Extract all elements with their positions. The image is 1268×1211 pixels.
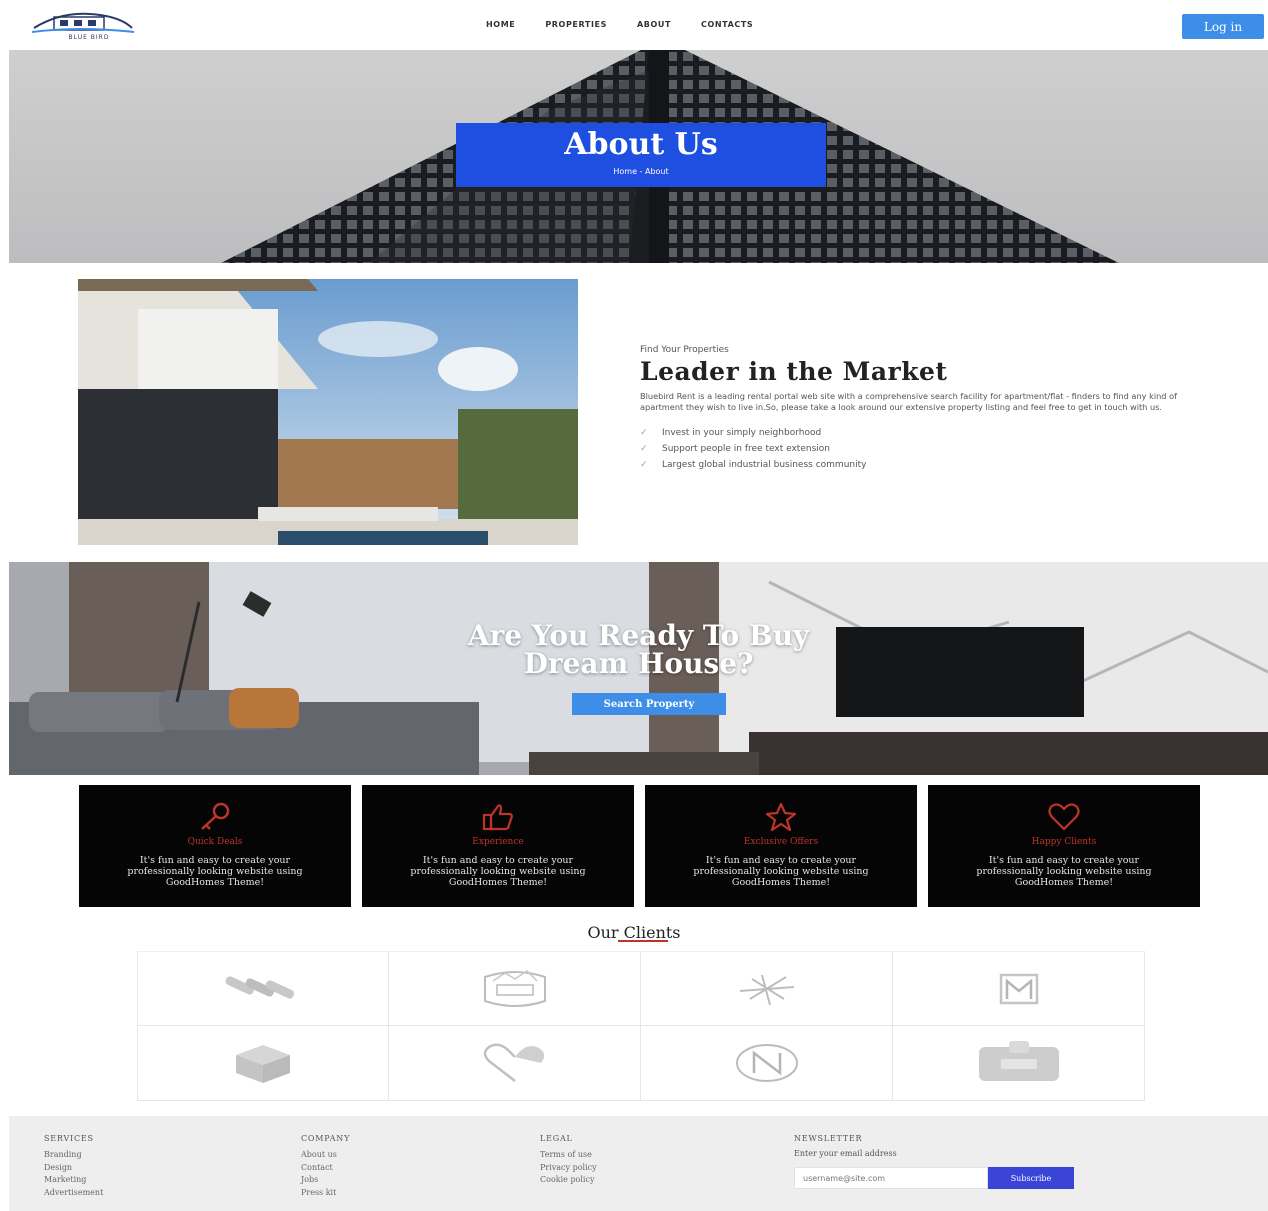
- feature-description: It's fun and easy to create your profess…: [410, 855, 586, 888]
- footer-link-jobs[interactable]: Jobs: [301, 1174, 350, 1187]
- footer-link-branding[interactable]: Branding: [44, 1149, 103, 1162]
- footer-link-advertisement[interactable]: Advertisement: [44, 1187, 103, 1200]
- list-item: ✓ Largest global industrial business comm…: [640, 460, 867, 470]
- footer-legal: LEGAL Terms of use Privacy policy Cookie…: [540, 1134, 597, 1187]
- footer-newsletter: NEWSLETTER Enter your email address Subs…: [794, 1134, 1084, 1194]
- palm-logo-icon: [739, 974, 794, 1005]
- client-logo-cell[interactable]: [389, 951, 641, 1026]
- breadcrumb[interactable]: Home - About: [456, 167, 826, 176]
- footer-link-contact[interactable]: Contact: [301, 1162, 350, 1175]
- box-logo-icon: [978, 1041, 1059, 1081]
- heart-icon: [1048, 803, 1080, 831]
- list-item: ✓ Invest in your simply neighborhood: [640, 428, 822, 438]
- key-icon: [201, 802, 230, 830]
- feature-name: Experience: [472, 837, 524, 847]
- footer-link-marketing[interactable]: Marketing: [44, 1174, 103, 1187]
- feature-card-happy-clients: Happy Clients It's fun and easy to creat…: [928, 785, 1200, 907]
- client-logo-cell[interactable]: [641, 951, 893, 1026]
- about-feature-list: ✓ Invest in your simply neighborhood ✓ Sup…: [640, 425, 1210, 473]
- login-button[interactable]: Log in: [1182, 14, 1264, 39]
- newsletter-label: Enter your email address: [794, 1149, 897, 1158]
- thumbs-up-icon: [482, 804, 513, 831]
- star-icon: [765, 802, 797, 832]
- feature-description: It's fun and easy to create your profess…: [127, 855, 303, 888]
- check-icon: ✓: [640, 444, 648, 454]
- page-title: About Us: [564, 127, 718, 162]
- client-logo-cell[interactable]: [389, 1026, 641, 1101]
- footer-company: COMPANY About us Contact Jobs Press kit: [301, 1134, 350, 1199]
- footer-link-about[interactable]: About us: [301, 1149, 350, 1162]
- about-description: Bluebird Rent is a leading rental portal…: [640, 391, 1177, 412]
- n-circle-logo-icon: [735, 1044, 798, 1082]
- feature-card-quick-deals: Quick Deals It's fun and easy to create …: [79, 785, 351, 907]
- about-house-photo: [78, 279, 578, 545]
- stripes-logo-icon: [225, 975, 294, 999]
- footer-link-design[interactable]: Design: [44, 1162, 103, 1175]
- m-monogram-logo-icon: [999, 973, 1038, 1004]
- clients-grid: [137, 951, 1145, 1101]
- subscribe-button[interactable]: Subscribe: [988, 1167, 1074, 1189]
- feature-description: It's fun and easy to create your profess…: [693, 855, 869, 888]
- cta-title: Are You Ready To Buy Dream House?: [467, 619, 810, 680]
- about-eyebrow: Find Your Properties: [640, 345, 729, 355]
- search-property-button[interactable]: Search Property: [572, 693, 726, 715]
- client-logo-cell[interactable]: [893, 1026, 1145, 1101]
- site-header: BLUE BIRD HOME PROPERTIES ABOUT CONTACTS…: [0, 0, 1268, 50]
- cta-banner: Are You Ready To Buy Dream House? Search…: [9, 562, 1268, 775]
- email-field[interactable]: [794, 1167, 988, 1189]
- footer-heading: SERVICES: [44, 1134, 94, 1143]
- feature-card-experience: Experience It's fun and easy to create y…: [362, 785, 634, 907]
- hero-banner: About Us Home - About: [9, 50, 1268, 263]
- check-icon: ✓: [640, 428, 648, 438]
- feature-name: Exclusive Offers: [743, 837, 819, 847]
- list-item: ✓ Support people in free text extension: [640, 444, 830, 454]
- feature-name: Quick Deals: [187, 837, 243, 847]
- footer-link-press-kit[interactable]: Press kit: [301, 1187, 350, 1200]
- feature-description: It's fun and easy to create your profess…: [976, 855, 1152, 888]
- nav-contacts[interactable]: CONTACTS: [701, 20, 753, 29]
- feature-name: Happy Clients: [1031, 837, 1097, 847]
- cube-logo-icon: [236, 1045, 290, 1083]
- check-icon: ✓: [640, 460, 648, 470]
- about-title: Leader in the Market: [640, 357, 948, 386]
- about-section: Find Your Properties Leader in the Marke…: [640, 345, 1210, 473]
- client-logo-cell[interactable]: [893, 951, 1145, 1026]
- badge-logo-icon: [483, 969, 546, 1007]
- main-nav: HOME PROPERTIES ABOUT CONTACTS: [486, 20, 753, 29]
- hero-title-box: About Us Home - About: [456, 123, 826, 187]
- footer-heading: LEGAL: [540, 1134, 573, 1143]
- feature-card-exclusive-offers: Exclusive Offers It's fun and easy to cr…: [645, 785, 917, 907]
- features-row: Quick Deals It's fun and easy to create …: [79, 785, 1200, 907]
- footer-services: SERVICES Branding Design Marketing Adver…: [44, 1134, 103, 1199]
- brand-logo[interactable]: BLUE BIRD: [30, 8, 136, 42]
- footer-heading: COMPANY: [301, 1134, 351, 1143]
- nav-about[interactable]: ABOUT: [637, 20, 671, 29]
- logo-text: BLUE BIRD: [68, 34, 110, 41]
- footer-heading: NEWSLETTER: [794, 1134, 863, 1143]
- client-logo-cell[interactable]: [137, 951, 389, 1026]
- client-logo-cell[interactable]: [137, 1026, 389, 1101]
- nav-home[interactable]: HOME: [486, 20, 515, 29]
- footer-link-cookie[interactable]: Cookie policy: [540, 1174, 597, 1187]
- site-footer: SERVICES Branding Design Marketing Adver…: [9, 1116, 1268, 1211]
- footer-link-privacy[interactable]: Privacy policy: [540, 1162, 597, 1175]
- footer-link-terms[interactable]: Terms of use: [540, 1149, 597, 1162]
- heart-shape-logo-icon: [483, 1043, 544, 1082]
- nav-properties[interactable]: PROPERTIES: [545, 20, 607, 29]
- client-logo-cell[interactable]: [641, 1026, 893, 1101]
- title-underline: [618, 940, 668, 942]
